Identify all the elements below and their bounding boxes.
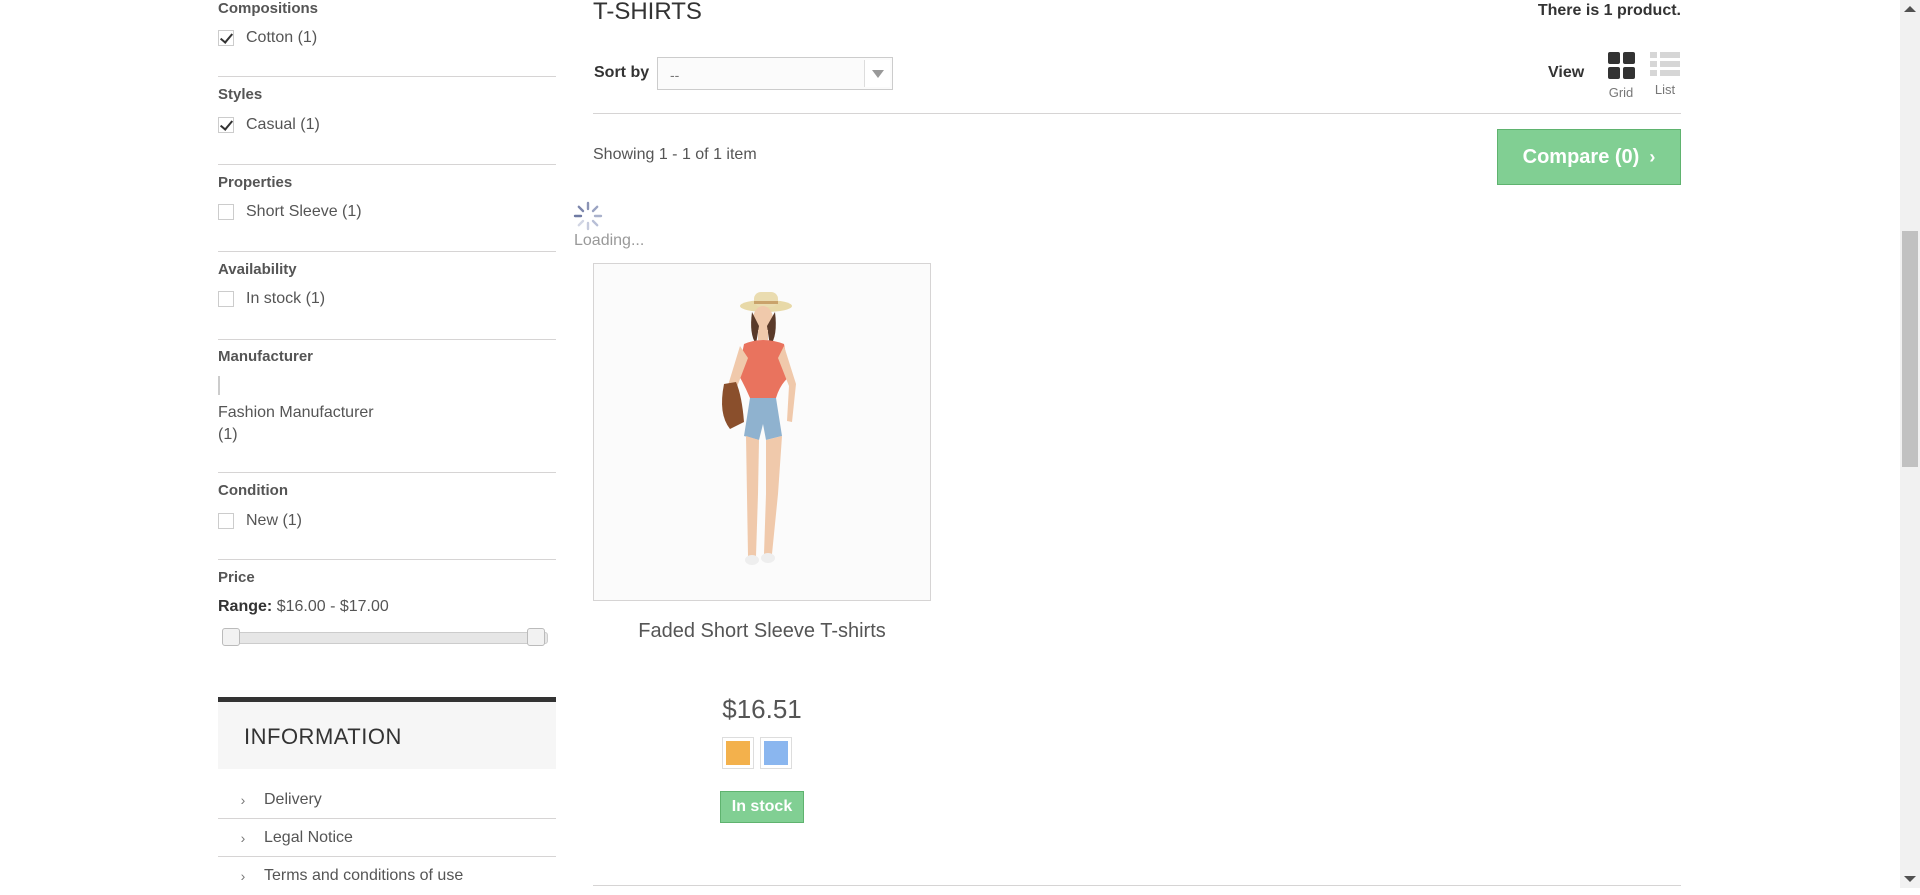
checkbox-fashion-manufacturer[interactable]	[218, 376, 220, 395]
scroll-down-icon[interactable]	[1904, 876, 1916, 882]
divider	[218, 339, 556, 340]
list-icon	[1650, 52, 1680, 76]
view-label: View	[1548, 64, 1585, 81]
checkbox-short-sleeve[interactable]	[218, 204, 234, 220]
filter-option-casual[interactable]: Casual (1)	[218, 116, 320, 134]
filter-title-availability: Availability	[218, 261, 297, 278]
chevron-right-icon: ›	[240, 829, 246, 846]
compare-button[interactable]: Compare (0) ›	[1497, 129, 1681, 185]
info-link-label: Delivery	[264, 790, 322, 808]
checkbox-in-stock[interactable]	[218, 291, 234, 307]
filter-title-price: Price	[218, 569, 255, 586]
price-range-label: Range:	[218, 598, 273, 615]
sort-select[interactable]: --	[657, 57, 893, 90]
info-link-legal-notice[interactable]: › Legal Notice	[218, 819, 556, 857]
loading-text: Loading...	[574, 232, 645, 249]
info-link-delivery[interactable]: › Delivery	[218, 781, 556, 819]
information-block: INFORMATION	[218, 697, 556, 769]
scrollbar-thumb[interactable]	[1902, 231, 1918, 467]
price-slider-min-handle[interactable]	[222, 628, 240, 646]
divider	[218, 164, 556, 165]
filter-option-new[interactable]: New (1)	[218, 512, 302, 530]
info-link-terms[interactable]: › Terms and conditions of use	[218, 857, 556, 895]
price-slider-max-handle[interactable]	[527, 628, 545, 646]
availability-badge: In stock	[720, 791, 804, 823]
view-list-label: List	[1654, 82, 1676, 97]
chevron-right-icon: ›	[240, 791, 246, 808]
loading-spinner-icon	[573, 201, 603, 231]
product-price: $16.51	[722, 694, 802, 724]
sort-by-label: Sort by	[594, 64, 650, 81]
filter-option-label: Fashion Manufacturer	[218, 404, 374, 421]
price-slider-track[interactable]	[222, 632, 548, 644]
chevron-right-icon: ›	[1649, 146, 1656, 167]
divider	[593, 113, 1681, 114]
category-title: T-SHIRTS	[593, 0, 702, 25]
color-swatch-orange[interactable]	[722, 737, 754, 769]
filter-option-label: Cotton (1)	[246, 29, 318, 46]
filter-option-in-stock[interactable]: In stock (1)	[218, 290, 325, 308]
filter-title-compositions: Compositions	[218, 0, 318, 17]
divider	[593, 885, 1681, 886]
chevron-down-icon[interactable]	[864, 60, 890, 87]
filter-option-label: Short Sleeve (1)	[246, 203, 362, 220]
filter-option-cotton[interactable]: Cotton (1)	[218, 29, 317, 47]
price-range-value: $16.00 - $17.00	[276, 598, 389, 615]
filter-title-properties: Properties	[218, 174, 293, 191]
divider	[218, 472, 556, 473]
grid-icon	[1607, 52, 1635, 79]
checkbox-casual[interactable]	[218, 117, 234, 133]
information-title: INFORMATION	[244, 724, 402, 749]
view-list-button[interactable]: List	[1645, 52, 1685, 97]
filter-option-short-sleeve[interactable]: Short Sleeve (1)	[218, 203, 362, 221]
filter-option-label: Casual (1)	[246, 116, 320, 133]
showing-count: Showing 1 - 1 of 1 item	[593, 146, 757, 163]
price-range: Range: $16.00 - $17.00	[218, 598, 389, 616]
filter-option-label: New (1)	[246, 512, 303, 529]
product-photo	[594, 264, 930, 600]
view-grid-button[interactable]: Grid	[1601, 52, 1641, 100]
filter-title-styles: Styles	[218, 86, 263, 103]
filter-option-label: In stock (1)	[246, 290, 326, 307]
chevron-right-icon: ›	[240, 868, 246, 884]
color-swatch-blue[interactable]	[760, 737, 792, 769]
sort-select-value: --	[670, 67, 680, 83]
divider	[218, 559, 556, 560]
checkbox-new[interactable]	[218, 513, 234, 529]
product-image[interactable]	[593, 263, 931, 601]
product-count: There is 1 product.	[1537, 2, 1681, 19]
checkbox-cotton[interactable]	[218, 30, 234, 46]
divider	[218, 76, 556, 77]
info-link-label: Terms and conditions of use	[264, 867, 464, 884]
view-grid-label: Grid	[1608, 85, 1634, 100]
filter-option-count: (1)	[218, 426, 238, 443]
filter-option-fashion-manufacturer[interactable]: Fashion Manufacturer (1)	[218, 402, 374, 446]
divider	[218, 251, 556, 252]
scroll-up-icon[interactable]	[1904, 6, 1916, 12]
filter-title-condition: Condition	[218, 482, 288, 499]
filter-title-manufacturer: Manufacturer	[218, 348, 314, 365]
info-link-label: Legal Notice	[264, 828, 353, 846]
compare-button-label: Compare (0)	[1522, 145, 1640, 168]
product-name[interactable]: Faded Short Sleeve T-shirts	[593, 620, 931, 643]
